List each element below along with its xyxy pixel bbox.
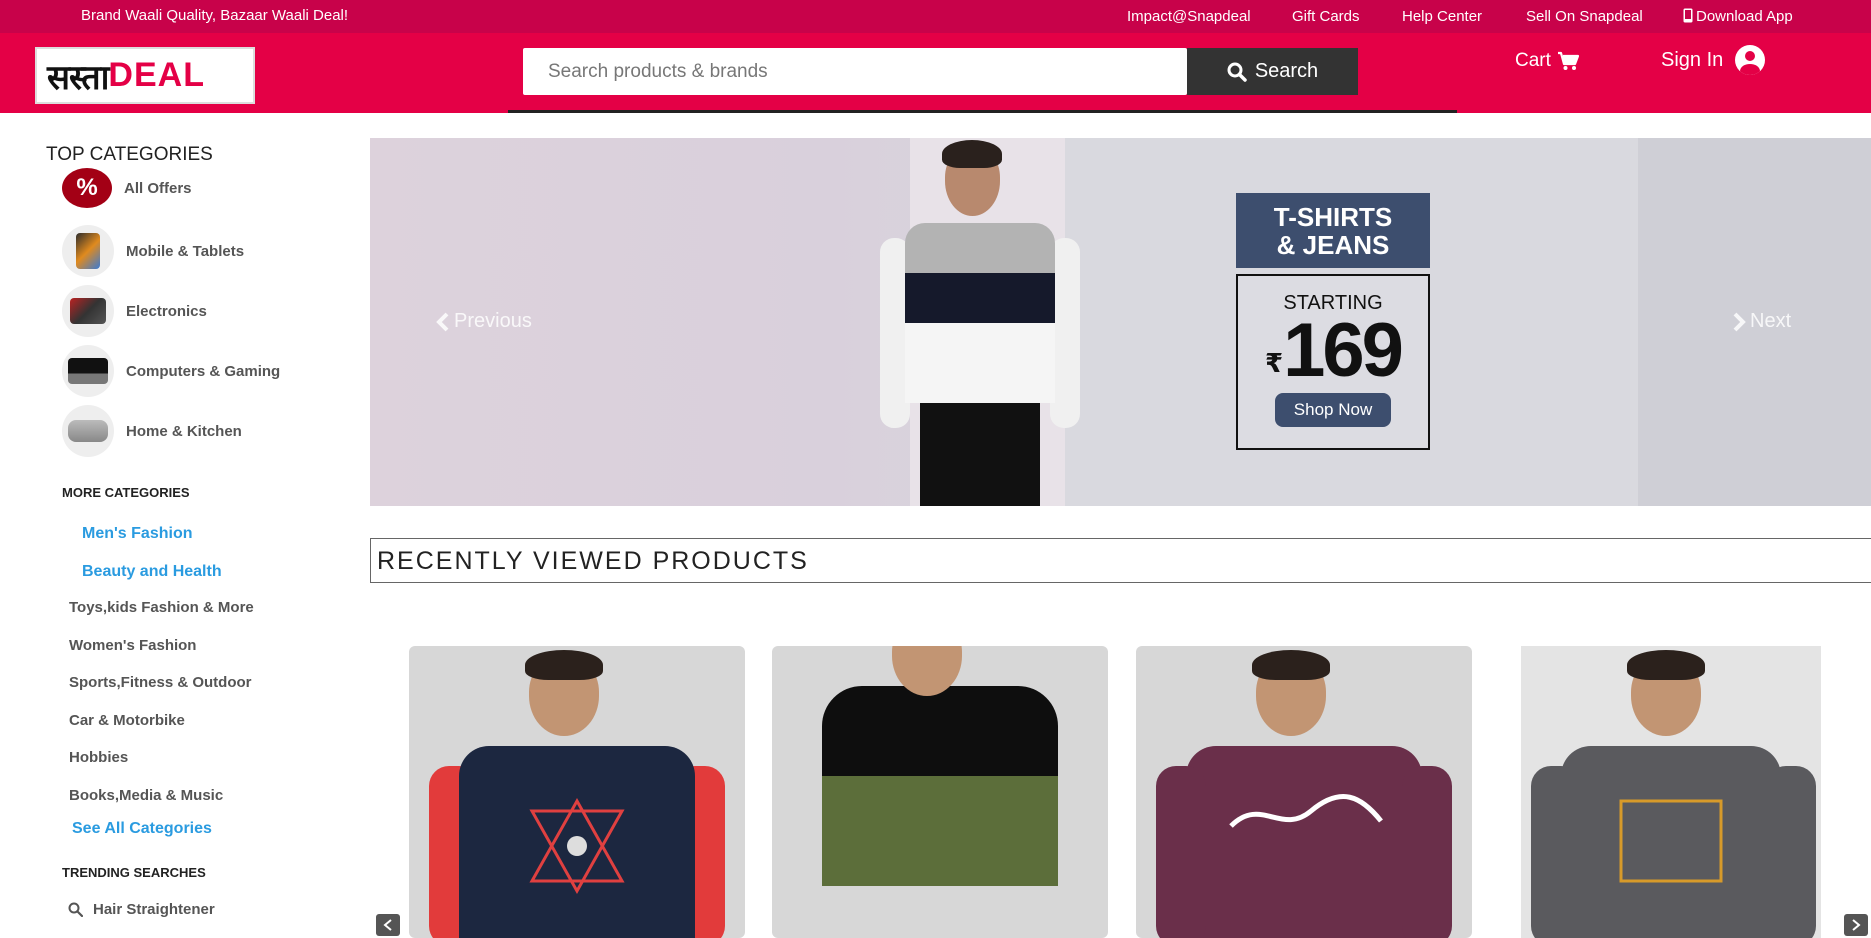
category-beauty-health[interactable]: Beauty and Health bbox=[82, 563, 222, 581]
category-toys-kids[interactable]: Toys,kids Fashion & More bbox=[69, 599, 254, 616]
search-input[interactable] bbox=[523, 48, 1187, 95]
search-box bbox=[523, 48, 1187, 95]
currency-symbol: ₹ bbox=[1265, 348, 1284, 378]
next-label: Next bbox=[1750, 310, 1792, 332]
logo-hindi: सस्ता bbox=[47, 57, 109, 98]
cart-label: Cart bbox=[1515, 50, 1551, 71]
recently-viewed-products bbox=[370, 646, 1871, 938]
chevron-left-icon bbox=[436, 312, 449, 331]
banner-model-image bbox=[850, 138, 1080, 506]
logo[interactable]: सस्ता DEAL bbox=[35, 47, 255, 104]
products-scroll-left-button[interactable] bbox=[376, 914, 400, 936]
category-home-kitchen[interactable]: Home & Kitchen bbox=[62, 405, 242, 457]
chevron-right-icon bbox=[1733, 312, 1746, 331]
category-label: Mobile & Tablets bbox=[126, 242, 245, 260]
category-hobbies[interactable]: Hobbies bbox=[69, 749, 128, 766]
download-app-label: Download App bbox=[1696, 8, 1793, 25]
category-womens-fashion[interactable]: Women's Fashion bbox=[69, 637, 196, 654]
product-card[interactable] bbox=[409, 646, 745, 938]
product-print-icon bbox=[1229, 794, 1383, 828]
promo-price: ₹ 169 bbox=[1238, 313, 1428, 389]
recently-viewed-title: RECENTLY VIEWED PRODUCTS bbox=[377, 547, 809, 575]
price-amount: 169 bbox=[1283, 308, 1404, 393]
electronics-icon bbox=[62, 285, 114, 337]
top-categories-heading: TOP CATEGORIES bbox=[46, 144, 213, 165]
top-link-help-center[interactable]: Help Center bbox=[1402, 8, 1482, 25]
chevron-right-icon bbox=[1852, 919, 1861, 931]
previous-label: Previous bbox=[454, 310, 532, 332]
cart-link[interactable]: Cart bbox=[1515, 50, 1579, 72]
cart-icon bbox=[1557, 51, 1579, 70]
search-icon bbox=[68, 902, 83, 917]
signin-label: Sign In bbox=[1661, 48, 1724, 71]
category-label: Computers & Gaming bbox=[126, 362, 281, 380]
product-card[interactable] bbox=[1136, 646, 1472, 938]
category-mobile-tablets[interactable]: Mobile & Tablets bbox=[62, 225, 244, 277]
carousel-next-button[interactable]: Next bbox=[1732, 310, 1791, 333]
shop-now-button[interactable]: Shop Now bbox=[1275, 393, 1391, 427]
trending-item[interactable]: Hair Straightener bbox=[68, 901, 215, 918]
category-electronics[interactable]: Electronics bbox=[62, 285, 207, 337]
category-books-media[interactable]: Books,Media & Music bbox=[69, 787, 223, 804]
products-scroll-right-button[interactable] bbox=[1844, 914, 1868, 936]
phone-icon bbox=[1683, 8, 1693, 23]
recently-viewed-header: RECENTLY VIEWED PRODUCTS bbox=[370, 538, 1871, 583]
trending-label: Hair Straightener bbox=[93, 901, 215, 918]
category-mens-fashion[interactable]: Men's Fashion bbox=[82, 525, 192, 543]
signin-link[interactable]: Sign In bbox=[1661, 45, 1766, 75]
product-print-icon bbox=[529, 797, 625, 895]
promo-title-line2: & JEANS bbox=[1276, 230, 1390, 260]
top-link-impact[interactable]: Impact@Snapdeal bbox=[1127, 8, 1251, 25]
search-button-label: Search bbox=[1254, 60, 1319, 82]
category-all-offers[interactable]: % All Offers bbox=[62, 168, 192, 208]
sidebar: TOP CATEGORIES % All Offers Mobile & Tab… bbox=[0, 113, 360, 938]
hero-banner[interactable]: T-SHIRTS & JEANS STARTING ₹ 169 Shop Now… bbox=[370, 138, 1871, 506]
header: सस्ताDEAL Search Cart Sign In bbox=[0, 33, 1871, 113]
trending-searches-heading: TRENDING SEARCHES bbox=[62, 865, 206, 880]
promo-price-box: STARTING ₹ 169 Shop Now bbox=[1236, 274, 1430, 450]
promo-title-line1: T-SHIRTS bbox=[1273, 202, 1393, 232]
category-label: All Offers bbox=[124, 179, 192, 197]
search-button[interactable]: Search bbox=[1187, 48, 1358, 95]
logo-deal: DEAL bbox=[108, 56, 205, 94]
search-underline bbox=[508, 110, 1457, 113]
sofa-icon bbox=[62, 405, 114, 457]
product-print-icon bbox=[1619, 799, 1723, 883]
see-all-categories-link[interactable]: See All Categories bbox=[72, 820, 212, 838]
product-card[interactable] bbox=[1521, 646, 1821, 938]
category-label: Home & Kitchen bbox=[126, 422, 242, 440]
tagline: Brand Waali Quality, Bazaar Waali Deal! bbox=[81, 7, 349, 24]
product-card[interactable] bbox=[772, 646, 1108, 938]
laptop-icon bbox=[62, 345, 114, 397]
category-computers-gaming[interactable]: Computers & Gaming bbox=[62, 345, 280, 397]
chevron-left-icon bbox=[383, 919, 392, 931]
carousel-previous-button[interactable]: Previous bbox=[436, 310, 532, 333]
percent-icon: % bbox=[62, 168, 112, 208]
top-link-gift-cards[interactable]: Gift Cards bbox=[1292, 8, 1360, 25]
category-car-motorbike[interactable]: Car & Motorbike bbox=[69, 712, 185, 729]
category-sports-fitness[interactable]: Sports,Fitness & Outdoor bbox=[69, 674, 252, 691]
top-strip: Brand Waali Quality, Bazaar Waali Deal! … bbox=[0, 0, 1871, 33]
promo-title: T-SHIRTS & JEANS bbox=[1236, 193, 1430, 268]
search-icon bbox=[1227, 62, 1247, 82]
more-categories-heading: MORE CATEGORIES bbox=[62, 485, 190, 500]
top-link-sell[interactable]: Sell On Snapdeal bbox=[1526, 8, 1643, 25]
user-avatar-icon bbox=[1735, 45, 1766, 75]
top-link-download-app[interactable]: Download App bbox=[1683, 8, 1793, 25]
mobile-icon bbox=[62, 225, 114, 277]
category-label: Electronics bbox=[126, 302, 207, 320]
